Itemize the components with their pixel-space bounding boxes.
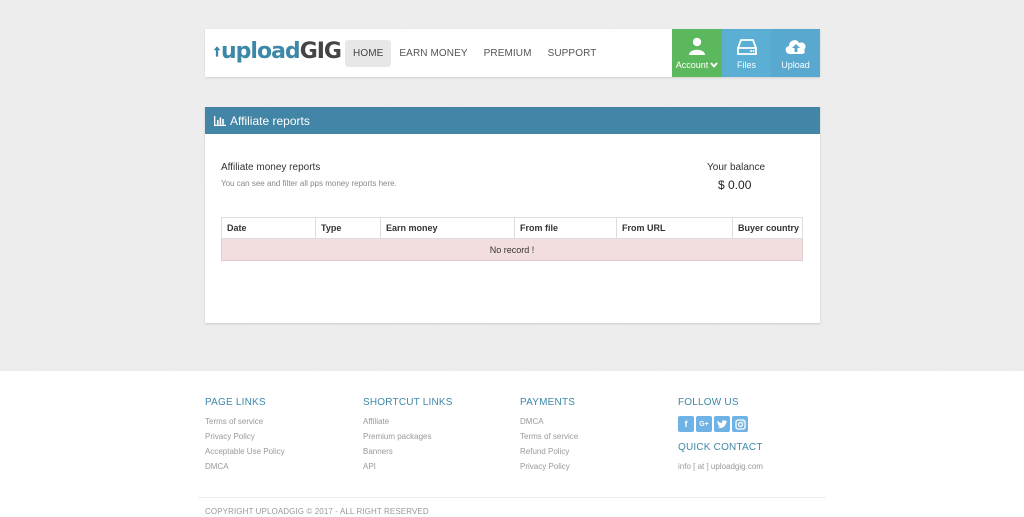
panel-title: Affiliate reports: [230, 113, 310, 128]
footer-follow-contact: FOLLOW US f G+ QUICK CONTACT info [ at ]…: [678, 397, 763, 477]
social-icons: f G+: [678, 416, 763, 432]
report-subtitle: You can see and filter all pps money rep…: [221, 179, 397, 188]
bar-chart-icon: [214, 115, 226, 126]
nav-support[interactable]: SUPPORT: [540, 40, 605, 67]
footer-link[interactable]: Privacy Policy: [205, 432, 285, 447]
column-from-file[interactable]: From file: [514, 217, 617, 239]
chevron-down-icon: [710, 62, 718, 68]
uploadgig-logo[interactable]: uploadGIG: [213, 38, 342, 66]
affiliate-reports-panel: Affiliate reports Affiliate money report…: [205, 107, 820, 323]
upload-button[interactable]: Upload: [771, 29, 820, 77]
footer-link[interactable]: Banners: [363, 447, 453, 462]
nav-home[interactable]: HOME: [345, 40, 392, 67]
footer-heading-shortcut-links: SHORTCUT LINKS: [363, 397, 453, 408]
report-title: Affiliate money reports: [221, 162, 321, 173]
balance-label: Your balance: [707, 162, 766, 173]
logo-text-upload: upload: [221, 39, 301, 64]
main-nav: HOME EARN MONEY PREMIUM SUPPORT: [345, 40, 604, 67]
column-type[interactable]: Type: [315, 217, 381, 239]
column-date[interactable]: Date: [221, 217, 316, 239]
logo-arrow-icon: [213, 46, 221, 57]
hdd-icon: [736, 39, 757, 57]
footer-link[interactable]: Affiliate: [363, 417, 453, 432]
footer-link[interactable]: Terms of service: [205, 417, 285, 432]
user-icon: [688, 37, 706, 57]
table-row: No record !: [221, 238, 803, 261]
footer-link[interactable]: Privacy Policy: [520, 462, 578, 477]
footer-link[interactable]: Acceptable Use Policy: [205, 447, 285, 462]
copyright-text: COPYRIGHT UPLOADGIG © 2017 - ALL RIGHT R…: [205, 507, 429, 516]
twitter-icon[interactable]: [714, 416, 730, 432]
top-navbar: uploadGIG HOME EARN MONEY PREMIUM SUPPOR…: [205, 29, 820, 77]
footer-heading-payments: PAYMENTS: [520, 397, 576, 408]
google-plus-icon[interactable]: G+: [696, 416, 712, 432]
column-earn-money[interactable]: Earn money: [380, 217, 515, 239]
footer-link[interactable]: DMCA: [205, 462, 285, 477]
footer: PAGE LINKS Terms of service Privacy Poli…: [0, 371, 1024, 517]
footer-divider: [198, 497, 826, 498]
footer-link[interactable]: Premium packages: [363, 432, 453, 447]
column-buyer-country[interactable]: Buyer country: [732, 217, 803, 239]
cloud-upload-icon: [784, 37, 808, 57]
upload-button-label: Upload: [781, 60, 810, 70]
table-header-row: Date Type Earn money From file From URL …: [221, 217, 803, 239]
files-button-label: Files: [736, 60, 756, 70]
nav-premium[interactable]: PREMIUM: [476, 40, 540, 67]
footer-heading-page-links: PAGE LINKS: [205, 397, 266, 408]
footer-payments: PAYMENTS DMCA Terms of service Refund Po…: [520, 397, 578, 477]
nav-action-buttons: Account Files Upload: [672, 29, 820, 77]
balance-value: $ 0.00: [718, 178, 752, 192]
footer-shortcut-links: SHORTCUT LINKS Affiliate Premium package…: [363, 397, 453, 477]
files-button[interactable]: Files: [722, 29, 771, 77]
account-button[interactable]: Account: [672, 29, 722, 77]
footer-link[interactable]: API: [363, 462, 453, 477]
logo-text-gig: GIG: [299, 39, 342, 64]
footer-link[interactable]: Terms of service: [520, 432, 578, 447]
footer-heading-quick-contact: QUICK CONTACT: [678, 442, 763, 453]
reports-table: Date Type Earn money From file From URL …: [221, 217, 803, 261]
contact-email[interactable]: info [ at ] uploadgig.com: [678, 462, 763, 477]
footer-heading-follow-us: FOLLOW US: [678, 397, 739, 408]
account-button-label: Account: [675, 60, 709, 70]
footer-link[interactable]: Refund Policy: [520, 447, 578, 462]
nav-earn-money[interactable]: EARN MONEY: [391, 40, 475, 67]
footer-page-links: PAGE LINKS Terms of service Privacy Poli…: [205, 397, 285, 477]
instagram-icon[interactable]: [732, 416, 748, 432]
facebook-icon[interactable]: f: [678, 416, 694, 432]
footer-link[interactable]: DMCA: [520, 417, 578, 432]
empty-message: No record !: [221, 238, 803, 261]
panel-header: Affiliate reports: [205, 107, 820, 134]
column-from-url[interactable]: From URL: [616, 217, 733, 239]
